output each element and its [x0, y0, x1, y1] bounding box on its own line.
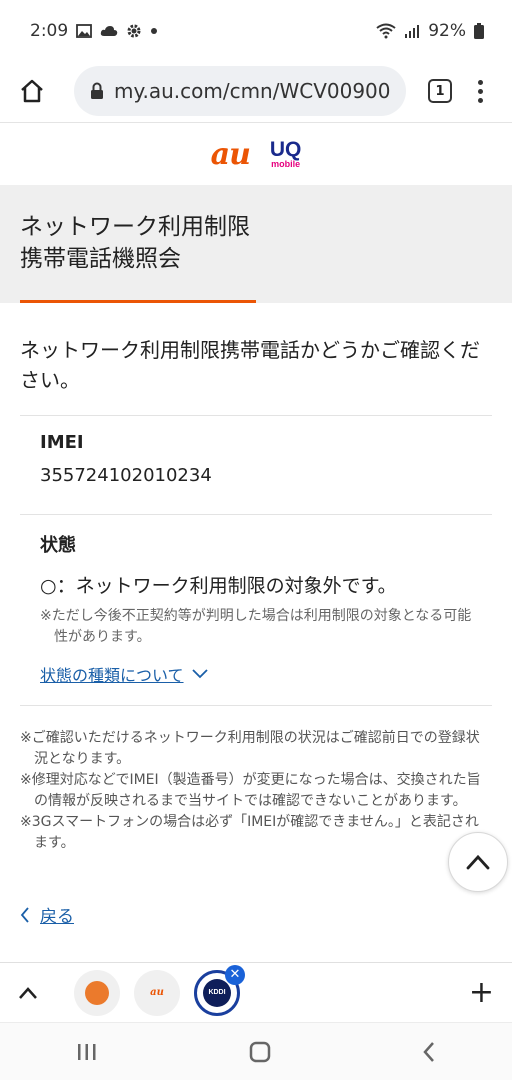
battery-icon [474, 23, 484, 39]
chevron-up-icon [466, 854, 490, 870]
status-note: ※ただし今後不正契約等が判明した場合は利用制限の対象となる可能性があります。 [40, 608, 472, 645]
site-favicon-icon [85, 980, 109, 1005]
status-section: 状態 ○：ネットワーク利用制限の対象外です。 ※ただし今後不正契約等が判明した場… [20, 515, 492, 705]
uq-logo-text: UQ [269, 138, 302, 161]
status-value: ○：ネットワーク利用制限の対象外です。 [40, 575, 397, 597]
status-types-link[interactable]: 状態の種類について [40, 662, 472, 686]
gallery-icon [76, 24, 93, 38]
battery-percent: 92% [428, 21, 466, 41]
expand-tabs-icon[interactable] [18, 986, 38, 1000]
tab-thumbnail[interactable]: au [134, 969, 180, 1016]
au-logo[interactable]: au [211, 137, 251, 172]
page-title-line1: ネットワーク利用制限 [20, 214, 250, 240]
au-favicon-icon: au [150, 987, 164, 998]
note-item: ※修理対応などでIMEI（製造番号）が変更になった場合は、交換された旨の情報が反… [20, 772, 481, 809]
scroll-to-top-button[interactable] [448, 832, 508, 892]
uq-logo-subtext: mobile [271, 159, 301, 169]
intro-text: ネットワーク利用制限携帯電話かどうかご確認ください。 [20, 338, 480, 392]
uq-mobile-logo[interactable]: UQ mobile [270, 139, 302, 169]
settings-gear-icon [126, 23, 142, 39]
title-accent-bar [20, 300, 256, 303]
note-item: ※3Gスマートフォンの場合は必ず「IMEIが確認できません。」と表記されます。 [20, 814, 479, 851]
imei-section: IMEI 355724102010234 [20, 416, 492, 514]
kddi-favicon-icon: KDDI [203, 978, 231, 1007]
add-tab-icon[interactable]: + [469, 975, 494, 1010]
url-text: my.au.com/cmn/WCV00900: [114, 79, 390, 103]
signal-icon [404, 23, 420, 39]
note-item: ※ご確認いただけるネットワーク利用制限の状況はご確認前日での登録状況となります。 [20, 730, 480, 767]
more-menu-button[interactable] [478, 79, 483, 103]
notes-list: ※ご確認いただけるネットワーク利用制限の状況はご確認前日での登録状況となります。… [20, 706, 492, 854]
web-page: au UQ mobile ネットワーク利用制限 携帯電話機照会 ネットワーク利用… [0, 122, 512, 962]
browser-toolbar: my.au.com/cmn/WCV00900: 1 [0, 62, 512, 120]
tab-switcher-button[interactable]: 1 [428, 79, 452, 103]
status-types-link-label: 状態の種類について [40, 666, 184, 685]
brand-header: au UQ mobile [0, 123, 512, 185]
address-bar[interactable]: my.au.com/cmn/WCV00900: [74, 66, 406, 116]
tab-thumbnail[interactable] [74, 969, 120, 1016]
home-nav-icon[interactable] [249, 1041, 271, 1063]
tab-strip: au KDDI ✕ + [0, 962, 512, 1022]
back-link-label: 戻る [40, 907, 74, 927]
home-icon [21, 79, 43, 103]
chevron-down-icon [191, 669, 208, 679]
home-button[interactable] [16, 75, 48, 107]
page-title-line2: 携帯電話機照会 [20, 246, 181, 272]
cloud-icon [100, 25, 118, 37]
tab-thumbnail-active[interactable]: KDDI ✕ [194, 964, 245, 1016]
notification-dot-icon [150, 27, 158, 35]
wifi-icon [376, 23, 396, 39]
imei-label: IMEI [40, 432, 84, 453]
status-bar: 2:09 92% [0, 0, 512, 62]
imei-value: 355724102010234 [40, 465, 212, 486]
chevron-left-icon [20, 906, 29, 923]
status-time: 2:09 [30, 21, 69, 41]
back-nav-icon[interactable] [422, 1041, 436, 1063]
back-link[interactable]: 戻る [20, 902, 492, 927]
close-tab-icon[interactable]: ✕ [225, 964, 245, 985]
status-label: 状態 [40, 535, 76, 556]
lock-icon [90, 82, 104, 100]
system-nav-bar [0, 1022, 512, 1080]
page-title: ネットワーク利用制限 携帯電話機照会 [0, 185, 512, 303]
recent-apps-icon[interactable] [76, 1042, 98, 1062]
